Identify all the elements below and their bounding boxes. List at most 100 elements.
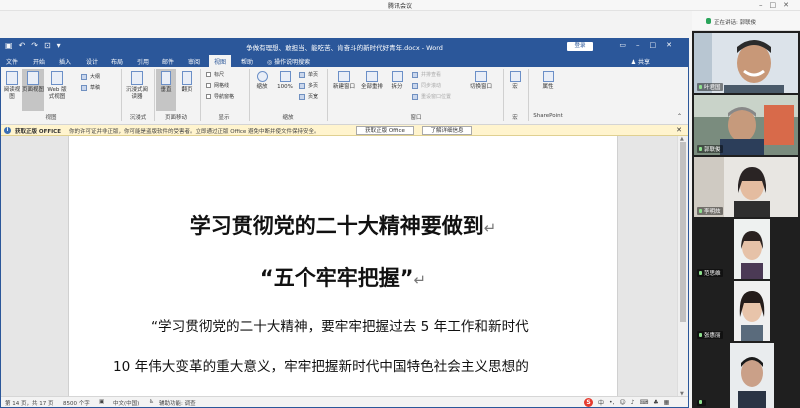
- ruler-label: 标尺: [214, 72, 225, 78]
- web-layout-button[interactable]: Web 版式视图: [46, 71, 68, 101]
- emoji-icon[interactable]: ☺: [619, 399, 625, 406]
- group-window-label: 窗口: [410, 115, 422, 121]
- arrange-all-button[interactable]: 全部重排: [359, 71, 385, 91]
- meeting-titlebar: 腾讯会议 –□✕: [0, 0, 800, 11]
- skin-icon[interactable]: ♣: [653, 399, 658, 406]
- tab-insert[interactable]: 插入: [59, 57, 71, 66]
- learn-more-button[interactable]: 了解详细信息: [422, 126, 472, 135]
- share-button[interactable]: ♟ 共享: [631, 57, 650, 66]
- multi-page-button[interactable]: 多页: [299, 82, 318, 89]
- split-label: 拆分: [391, 84, 403, 90]
- side-by-side-button[interactable]: 并排查看: [412, 71, 441, 78]
- share-label: 共享: [637, 59, 650, 66]
- macros-button[interactable]: 宏: [507, 71, 523, 91]
- group-sharepoint-label: SharePoint: [533, 113, 563, 119]
- group-zoom-label: 缩放: [282, 115, 294, 121]
- ime-toolbar: S 中 •, ☺ ♪ ⌨ ♣ ▦: [584, 398, 669, 407]
- arrange-all-label: 全部重排: [360, 84, 383, 90]
- reset-position-icon: [412, 93, 418, 100]
- read-mode-icon: [6, 71, 18, 85]
- participant-name-text: 李明炫: [704, 209, 721, 215]
- tab-design[interactable]: 设计: [86, 57, 98, 66]
- read-mode-button[interactable]: 阅读视图: [3, 71, 21, 101]
- tell-me-search[interactable]: ◎ 操作说明搜索: [267, 57, 310, 66]
- ribbon-separator: [121, 69, 122, 121]
- zoom-100-button[interactable]: 100%: [275, 71, 295, 91]
- participant-tile[interactable]: 范思维: [694, 219, 798, 279]
- nav-pane-checkbox[interactable]: 导航窗格: [206, 93, 234, 100]
- participant-name: 叶君国: [697, 83, 723, 91]
- heading-line-2: “五个牢牢把握”↵: [69, 262, 617, 292]
- participant-tile[interactable]: 李明炫: [694, 157, 798, 217]
- zoom-button[interactable]: 缩放: [253, 71, 271, 91]
- ime-punct-icon[interactable]: •,: [609, 399, 614, 406]
- web-layout-label: Web 版式视图: [47, 87, 67, 100]
- web-layout-icon: [51, 71, 63, 85]
- tab-file[interactable]: 文件: [6, 57, 18, 66]
- word-window: ▣ ↶ ↷ ⊡ ▾ 争做有理想、敢担当、能吃苦、肯奋斗的新时代好青年.docx …: [0, 38, 689, 408]
- body-line-1: “学习贯彻党的二十大精神，要牢牢把握过去 5 年工作和新时代: [151, 319, 529, 335]
- keyboard-icon[interactable]: ⌨: [640, 399, 649, 406]
- tab-help[interactable]: 帮助: [241, 57, 253, 66]
- grid-icon[interactable]: ▦: [664, 399, 670, 406]
- word-window-controls[interactable]: ▭–□✕: [619, 41, 682, 49]
- vertical-scrollbar[interactable]: ▲ ▼: [677, 136, 688, 398]
- page-count[interactable]: 第 14 页，共 17 页: [5, 399, 54, 407]
- tab-mailings[interactable]: 邮件: [162, 57, 174, 66]
- ruler-check-icon: [206, 72, 211, 77]
- participant-tile[interactable]: 郭联俊: [694, 95, 798, 155]
- sync-scroll-button[interactable]: 同步滚动: [412, 82, 441, 89]
- accessibility-status[interactable]: 辅助功能: 调查: [159, 399, 196, 407]
- language-status[interactable]: 中文(中国): [113, 399, 139, 407]
- ruler-checkbox[interactable]: 标尺: [206, 71, 224, 78]
- tab-review[interactable]: 审阅: [188, 57, 200, 66]
- proofing-icon[interactable]: ▣: [99, 399, 104, 405]
- split-button[interactable]: 拆分: [388, 71, 406, 91]
- group-macro-label: 宏: [512, 115, 518, 121]
- participant-tile[interactable]: [694, 343, 798, 408]
- outline-button[interactable]: 大纲: [81, 73, 100, 80]
- new-window-icon: [338, 71, 350, 82]
- new-window-label: 新建窗口: [332, 84, 355, 90]
- tell-me-label: 操作说明搜索: [274, 59, 311, 66]
- tab-home[interactable]: 开始: [33, 57, 45, 66]
- heading-line-1: 学习贯彻党的二十大精神要做到↵: [69, 210, 617, 240]
- tab-references[interactable]: 引用: [137, 57, 149, 66]
- new-window-button[interactable]: 新建窗口: [331, 71, 357, 91]
- immersive-reader-label: 沉浸式阅读器: [125, 87, 148, 100]
- word-count[interactable]: 8500 个字: [63, 399, 90, 407]
- print-layout-button[interactable]: 页面视图: [22, 69, 44, 111]
- switch-window-button[interactable]: 切换窗口: [467, 71, 495, 91]
- immersive-reader-button[interactable]: 沉浸式阅读器: [125, 71, 149, 101]
- document-page[interactable]: 学习贯彻党的二十大精神要做到↵ “五个牢牢把握”↵ “学习贯彻党的二十大精神，要…: [68, 136, 618, 407]
- macros-label: 宏: [512, 84, 518, 90]
- meeting-window-controls[interactable]: –□✕: [759, 1, 796, 9]
- reset-position-button[interactable]: 重设窗口位置: [412, 93, 451, 100]
- macros-icon: [509, 71, 521, 82]
- collapse-ribbon-icon[interactable]: ⌃: [677, 113, 682, 120]
- tab-view[interactable]: 视图: [209, 55, 232, 67]
- page-width-button[interactable]: 页宽: [299, 93, 318, 100]
- close-icon[interactable]: ✕: [676, 126, 682, 134]
- participant-tile[interactable]: 叶君国: [694, 33, 798, 93]
- zoom-label: 缩放: [256, 84, 268, 90]
- side-to-side-button[interactable]: 翻页: [178, 71, 196, 94]
- login-button[interactable]: 登录: [567, 42, 593, 51]
- properties-button[interactable]: 属性: [536, 71, 560, 91]
- side-by-side-label: 并排查看: [421, 72, 442, 78]
- mic-icon[interactable]: ♪: [631, 399, 635, 406]
- gridlines-checkbox[interactable]: 网格线: [206, 82, 229, 89]
- draft-button[interactable]: 草稿: [81, 84, 100, 91]
- participant-name-text: 张惠丽: [704, 333, 721, 339]
- ime-mode-icon[interactable]: 中: [598, 398, 604, 407]
- participant-tile[interactable]: 张惠丽: [694, 281, 798, 341]
- one-page-button[interactable]: 单页: [299, 71, 318, 78]
- scrollbar-thumb[interactable]: [680, 142, 686, 322]
- tab-layout[interactable]: 布局: [111, 57, 123, 66]
- sogou-logo-icon[interactable]: S: [584, 398, 593, 407]
- gridlines-label: 网格线: [214, 83, 230, 89]
- infobar-title: 获取正版 OFFICE: [15, 129, 61, 135]
- vertical-button[interactable]: 垂直: [156, 69, 176, 111]
- switch-window-icon: [475, 71, 487, 82]
- get-genuine-button[interactable]: 获取正版 Office: [356, 126, 414, 135]
